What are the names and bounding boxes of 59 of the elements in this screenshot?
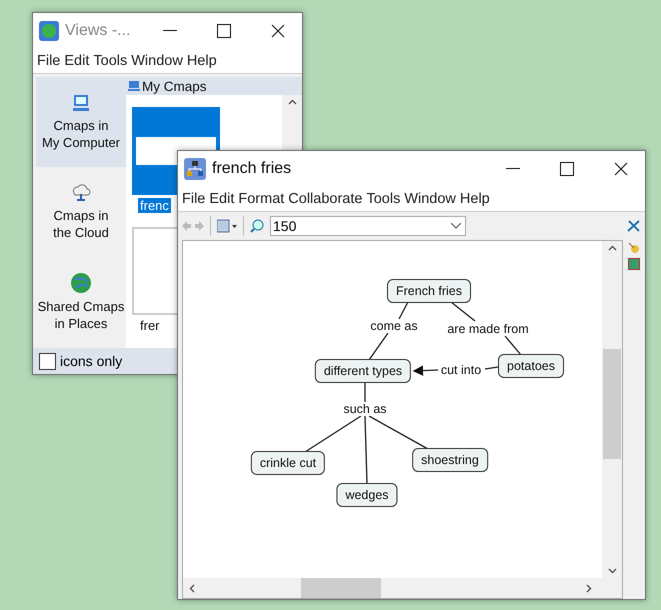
concept-node[interactable]: different types	[314, 359, 412, 383]
menu-item[interactable]: Help	[458, 191, 492, 207]
checkbox-label: icons only	[60, 353, 122, 369]
concept-node[interactable]: wedges	[336, 483, 398, 507]
cloud-network-icon	[70, 183, 92, 203]
thumbnail-label[interactable]: frer	[138, 318, 162, 333]
linking-phrase: cut into	[440, 363, 482, 377]
scroll-up-icon[interactable]	[608, 245, 616, 251]
sidebar-label: Cmaps in the Cloud	[53, 207, 109, 241]
menu-item[interactable]: Window	[402, 191, 458, 207]
brush-icon[interactable]	[628, 242, 640, 254]
app-logo-icon	[39, 21, 59, 41]
concept-node[interactable]: potatoes	[498, 354, 564, 378]
pane-title: My Cmaps	[142, 78, 207, 94]
checkbox[interactable]	[39, 352, 56, 370]
scroll-right-icon[interactable]	[586, 584, 592, 592]
concept-node[interactable]: crinkle cut	[250, 451, 326, 475]
maximize-icon[interactable]	[217, 24, 231, 38]
minimize-icon[interactable]	[506, 168, 520, 170]
calendar-dropdown-icon[interactable]	[217, 219, 237, 233]
menu-item[interactable]: Tools	[91, 53, 130, 69]
scroll-left-icon[interactable]	[189, 584, 195, 592]
menu-item[interactable]: Window	[129, 53, 185, 69]
maximize-icon[interactable]	[560, 162, 574, 176]
computer-icon	[128, 80, 140, 92]
thumbnail-label[interactable]: frenc	[138, 198, 171, 213]
tool-icon[interactable]	[627, 219, 641, 233]
scroll-up-icon[interactable]	[288, 99, 296, 105]
sidebar-item[interactable]: Cmaps in My Computer	[36, 77, 126, 167]
sidebar-item[interactable]: Cmaps in the Cloud	[36, 167, 126, 257]
linking-phrase: are made from	[446, 322, 530, 336]
menu-item[interactable]: File	[35, 53, 62, 69]
window-title: french fries	[212, 160, 292, 178]
linking-phrase: such as	[342, 402, 388, 416]
menu-item[interactable]: Collaborate	[286, 191, 364, 207]
zoom-icon	[250, 219, 264, 233]
concept-map-icon	[184, 158, 206, 180]
sidebar-item[interactable]: Shared Cmaps in Places	[36, 257, 126, 347]
menu-item[interactable]: Tools	[364, 191, 402, 207]
menu-item[interactable]: Edit	[207, 191, 236, 207]
menu-item[interactable]: File	[180, 191, 208, 207]
zoom-dropdown[interactable]: 150	[270, 216, 466, 236]
concept-node[interactable]: shoestring	[412, 448, 488, 472]
concept-node[interactable]: French fries	[387, 279, 471, 303]
map-canvas[interactable]: come as are made from cut into such as French fries different types potatoes crinkle cut wedges shoestring	[183, 241, 602, 578]
scroll-down-icon[interactable]	[608, 568, 616, 574]
linking-phrase: come as	[369, 319, 419, 333]
window-title: Views -...	[65, 22, 132, 40]
globe-icon	[70, 272, 92, 294]
minimize-icon[interactable]	[163, 30, 177, 32]
chevron-down-icon[interactable]	[451, 223, 461, 229]
close-icon[interactable]	[271, 24, 285, 38]
computer-icon	[71, 93, 91, 113]
menu-item[interactable]: Help	[184, 53, 219, 69]
sidebar-label: Cmaps in My Computer	[42, 117, 120, 151]
menu-item[interactable]: Edit	[62, 53, 92, 69]
close-icon[interactable]	[614, 162, 628, 176]
menu-item[interactable]: Format	[236, 191, 286, 207]
sidebar-label: Shared Cmaps in Places	[38, 298, 124, 332]
